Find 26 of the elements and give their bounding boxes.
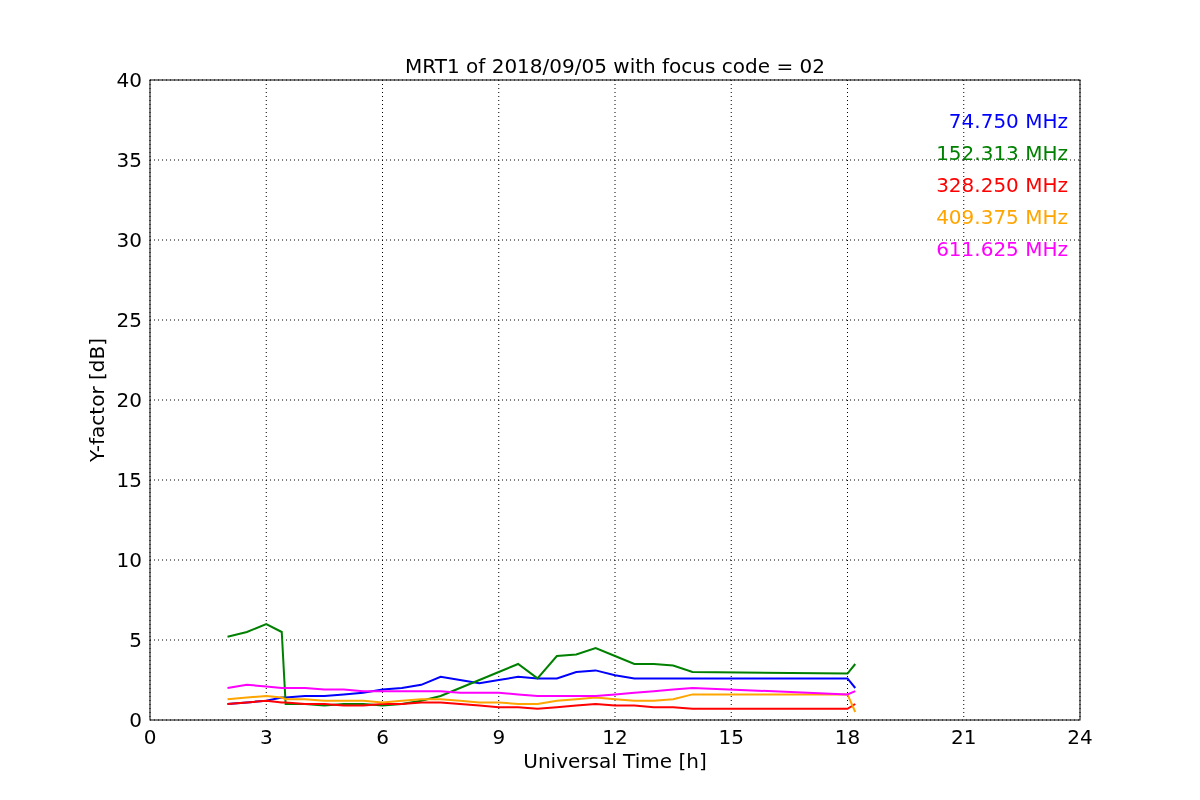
- tick-label: 5: [129, 628, 142, 652]
- legend-entry: 328.250 MHz: [936, 173, 1068, 197]
- legend-entry: 409.375 MHz: [936, 205, 1068, 229]
- tick-label: 25: [116, 308, 142, 332]
- tick-label: 3: [259, 725, 273, 749]
- y-axis-label: Y-factor [dB]: [85, 338, 109, 462]
- tick-label: 24: [1067, 725, 1093, 749]
- tick-label: 0: [143, 725, 157, 749]
- tick-label: 35: [116, 148, 142, 172]
- tick-label: 30: [116, 228, 142, 252]
- tick-label: 0: [129, 708, 142, 732]
- tick-label: 10: [116, 548, 142, 572]
- tick-label: 21: [951, 725, 977, 749]
- x-axis-label: Universal Time [h]: [523, 749, 707, 773]
- legend-entry: 152.313 MHz: [936, 141, 1068, 165]
- tick-label: 15: [116, 468, 142, 492]
- tick-label: 6: [376, 725, 389, 749]
- chart-title: MRT1 of 2018/09/05 with focus code = 02: [405, 54, 825, 78]
- tick-label: 18: [834, 725, 861, 749]
- tick-label: 9: [492, 725, 506, 749]
- tick-label: 15: [718, 725, 744, 749]
- tick-label: 40: [116, 68, 142, 92]
- tick-label: 12: [602, 725, 628, 749]
- legend-entry: 74.750 MHz: [948, 109, 1068, 133]
- tick-label: 20: [116, 388, 142, 412]
- legend-entry: 611.625 MHz: [936, 237, 1068, 261]
